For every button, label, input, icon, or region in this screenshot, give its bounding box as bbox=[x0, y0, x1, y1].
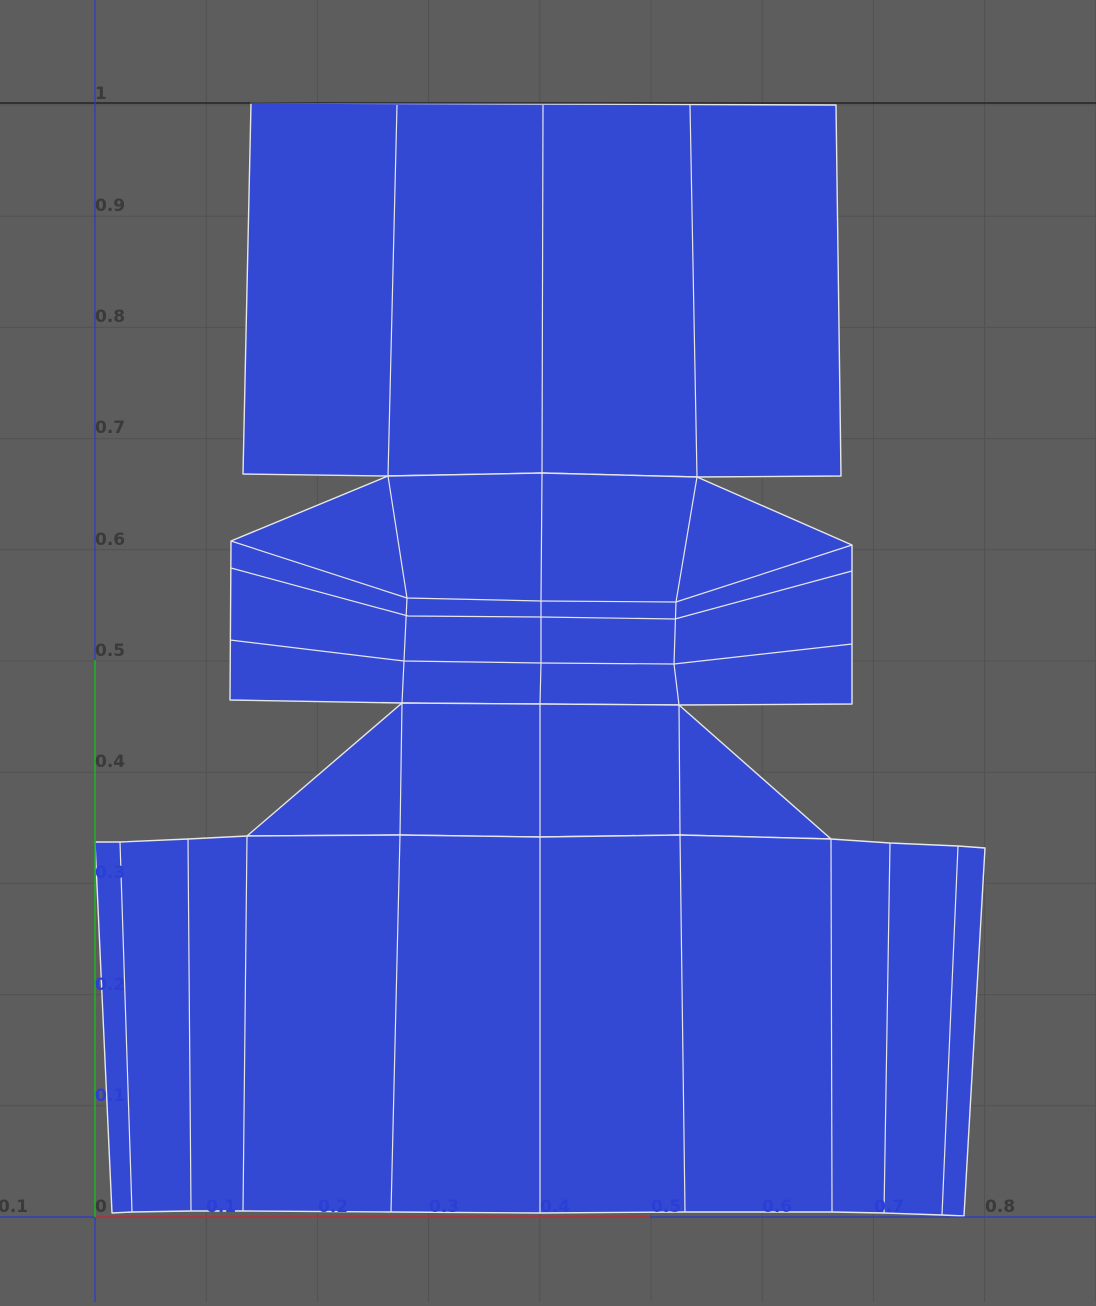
x-tick-label: 0 bbox=[95, 1197, 107, 1217]
y-tick-label: 0.1 bbox=[95, 1086, 125, 1106]
y-tick-label: 0.7 bbox=[95, 418, 125, 438]
x-tick-label: 0.4 bbox=[540, 1197, 570, 1217]
y-tick-label: 0.6 bbox=[95, 530, 125, 550]
x-tick-label: 0.1 bbox=[0, 1197, 28, 1217]
y-tick-label: 0.5 bbox=[95, 641, 125, 661]
x-tick-label: 0.8 bbox=[985, 1197, 1015, 1217]
x-tick-label: 0.3 bbox=[429, 1197, 459, 1217]
uv-island[interactable] bbox=[94, 102, 986, 1217]
x-tick-label: 0.2 bbox=[318, 1197, 348, 1217]
x-tick-label: 0.1 bbox=[206, 1197, 236, 1217]
y-tick-label: 0.2 bbox=[95, 975, 125, 995]
y-tick-label: 0.4 bbox=[95, 752, 125, 772]
y-tick-label: 0.9 bbox=[95, 196, 125, 216]
y-tick-label: 1 bbox=[95, 84, 107, 104]
x-tick-label: 0.7 bbox=[874, 1197, 904, 1217]
y-tick-label: 0.8 bbox=[95, 307, 125, 327]
uv-editor-viewport[interactable]: 0.1 0 0.1 0.2 0.3 0.4 0.5 0.6 0.7 0.8 0.… bbox=[0, 0, 1096, 1302]
y-tick-label: 0.3 bbox=[95, 863, 125, 883]
x-tick-label: 0.5 bbox=[651, 1197, 681, 1217]
x-tick-label: 0.6 bbox=[762, 1197, 792, 1217]
uv-face[interactable] bbox=[246, 702, 832, 840]
uv-canvas[interactable]: 0.1 0 0.1 0.2 0.3 0.4 0.5 0.6 0.7 0.8 0.… bbox=[0, 0, 1096, 1302]
